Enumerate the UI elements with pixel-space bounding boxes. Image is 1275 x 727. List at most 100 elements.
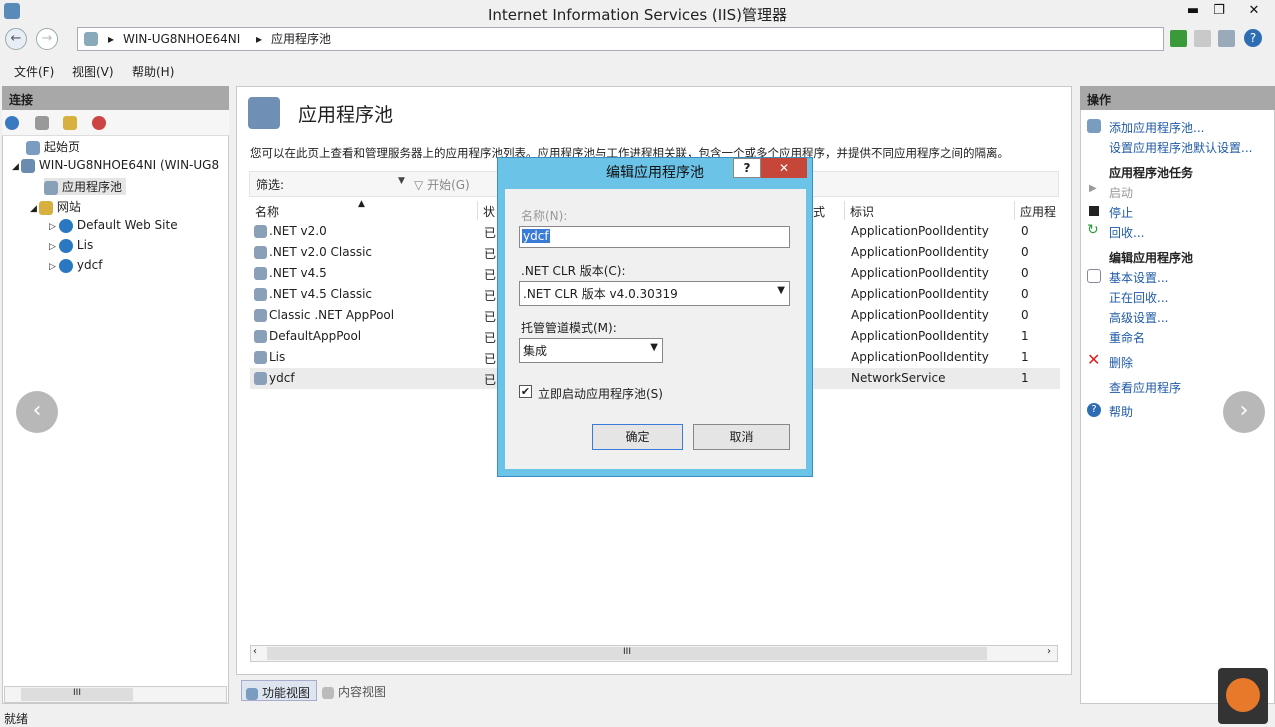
dialog-close-button[interactable]: ✕	[761, 158, 807, 178]
video-player-icon[interactable]	[1218, 668, 1268, 724]
row-name: .NET v4.5	[254, 266, 327, 280]
action-basic-settings[interactable]: 基本设置...	[1109, 269, 1168, 286]
left-hscrollbar[interactable]: III	[4, 686, 227, 703]
action-advanced[interactable]: 高级设置...	[1109, 309, 1168, 326]
action-rename[interactable]: 重命名	[1109, 329, 1145, 346]
cancel-button[interactable]: 取消	[693, 424, 790, 450]
col-pipeline[interactable]: 式	[808, 201, 845, 220]
action-recycle[interactable]: 回收...	[1109, 224, 1144, 241]
tree-site-ydcf[interactable]: ▷ ydcf	[49, 258, 102, 273]
scroll-thumb[interactable]: III	[21, 688, 133, 701]
name-field[interactable]: ydcf	[519, 226, 790, 248]
tree-site-default[interactable]: ▷ Default Web Site	[49, 218, 178, 233]
stop-icon[interactable]	[1194, 30, 1211, 47]
tree-label: 起始页	[44, 140, 81, 154]
minimize-button[interactable]: ▬	[1179, 1, 1207, 21]
col-apps[interactable]: 应用程	[1015, 201, 1060, 220]
row-apps: 0	[1021, 308, 1029, 322]
overlay-forward-button[interactable]: ›	[1223, 391, 1265, 433]
overlay-back-button[interactable]: ‹	[16, 391, 58, 433]
menu-view[interactable]: 视图(V)	[72, 63, 114, 80]
action-help[interactable]: 帮助	[1109, 403, 1133, 420]
menu-file[interactable]: 文件(F)	[14, 63, 54, 80]
tree-label: 网站	[56, 200, 81, 214]
app-pool-icon	[44, 180, 58, 195]
scroll-left-arrow[interactable]: ‹	[253, 646, 257, 657]
actions-header: 操作	[1080, 86, 1275, 110]
home-icon[interactable]	[1218, 30, 1235, 47]
action-recycling[interactable]: 正在回收...	[1109, 289, 1168, 306]
recycle-icon: ↻	[1087, 222, 1099, 238]
maximize-button[interactable]: ❐	[1205, 1, 1233, 21]
scroll-right-arrow[interactable]: ›	[1047, 646, 1051, 657]
section-pool-tasks: 应用程序池任务	[1109, 166, 1194, 180]
breadcrumb-separator: ▸	[108, 32, 115, 46]
tree-start-page[interactable]: 起始页	[26, 138, 80, 155]
row-apps: 1	[1021, 371, 1029, 385]
filter-label: 筛选:	[256, 178, 285, 192]
row-identity: ApplicationPoolIdentity	[851, 266, 989, 280]
tree-server[interactable]: ◢ WIN-UG8NHOE64NI (WIN-UG8	[12, 158, 219, 173]
sort-asc-icon: ▲	[358, 199, 365, 209]
tab-content-view[interactable]: 内容视图	[320, 680, 400, 701]
breadcrumb-page[interactable]: 应用程序池	[271, 28, 331, 50]
refresh-icon[interactable]	[1170, 30, 1187, 47]
tree-site-lis[interactable]: ▷ Lis	[49, 238, 93, 253]
address-bar[interactable]: ▸ WIN-UG8NHOE64NI ▸ 应用程序池	[77, 27, 1164, 51]
globe-icon	[58, 258, 73, 273]
row-name: .NET v4.5 Classic	[254, 287, 372, 301]
name-label: 名称(N):	[521, 209, 568, 223]
folder-up-icon[interactable]	[63, 116, 77, 130]
add-pool-icon	[1087, 119, 1101, 133]
row-name-text: .NET v2.0	[269, 224, 327, 238]
save-icon[interactable]	[35, 116, 49, 130]
filter-dropdown-icon[interactable]: ▼	[398, 176, 405, 186]
feature-view-icon	[246, 687, 258, 700]
clr-value: .NET CLR 版本 v4.0.30319	[523, 287, 678, 301]
tree-app-pools[interactable]: 应用程序池	[44, 178, 127, 195]
dialog-help-button[interactable]: ?	[733, 158, 761, 178]
help-icon[interactable]: ?	[1244, 29, 1262, 47]
row-status: 已	[484, 226, 497, 240]
action-stop[interactable]: 停止	[1109, 204, 1133, 221]
content-hscrollbar[interactable]: III ‹ ›	[250, 645, 1058, 662]
funnel-icon: ▽	[414, 178, 424, 192]
app-pool-icon	[254, 267, 267, 280]
pipeline-mode-select[interactable]: 集成 ▼	[519, 338, 663, 363]
autostart-checkbox[interactable]: ✔	[519, 385, 532, 398]
col-identity[interactable]: 标识	[845, 201, 1015, 220]
ok-button[interactable]: 确定	[592, 424, 683, 450]
row-identity: ApplicationPoolIdentity	[851, 245, 989, 259]
col-name[interactable]: 名称 ▲	[250, 199, 478, 220]
app-pool-icon	[254, 309, 267, 322]
back-button[interactable]: ←	[5, 28, 27, 50]
play-icon	[1226, 678, 1260, 712]
row-name-text: DefaultAppPool	[269, 329, 362, 343]
row-identity: ApplicationPoolIdentity	[851, 350, 989, 364]
action-delete[interactable]: 删除	[1109, 354, 1133, 371]
breadcrumb-server[interactable]: WIN-UG8NHOE64NI	[123, 28, 240, 50]
row-identity: ApplicationPoolIdentity	[851, 308, 989, 322]
forward-button[interactable]: →	[36, 28, 58, 50]
scroll-thumb[interactable]: III	[267, 647, 987, 660]
menu-help[interactable]: 帮助(H)	[132, 63, 174, 80]
connections-toolbar	[2, 110, 229, 136]
close-button[interactable]: ✕	[1240, 1, 1268, 21]
action-start[interactable]: 启动	[1109, 184, 1133, 201]
autostart-label[interactable]: 立即启动应用程序池(S)	[538, 385, 663, 402]
row-status: 已	[484, 310, 497, 324]
tab-feature-view[interactable]: 功能视图	[241, 680, 317, 701]
app-pool-large-icon	[248, 97, 280, 129]
action-view-apps[interactable]: 查看应用程序	[1109, 379, 1181, 396]
disconnect-icon[interactable]	[92, 116, 106, 130]
action-set-defaults[interactable]: 设置应用程序池默认设置...	[1109, 139, 1252, 156]
connect-icon[interactable]	[5, 116, 19, 130]
row-name-text: Lis	[269, 350, 286, 364]
start-filter-button[interactable]: ▽ 开始(G)	[414, 176, 470, 193]
row-name-text: .NET v4.5 Classic	[269, 287, 373, 301]
row-identity: ApplicationPoolIdentity	[851, 329, 989, 343]
clr-version-select[interactable]: .NET CLR 版本 v4.0.30319 ▼	[519, 281, 790, 306]
status-text: 就绪	[4, 712, 29, 726]
action-add-pool[interactable]: 添加应用程序池...	[1109, 119, 1204, 136]
tree-sites[interactable]: ◢ 网站	[30, 198, 81, 215]
